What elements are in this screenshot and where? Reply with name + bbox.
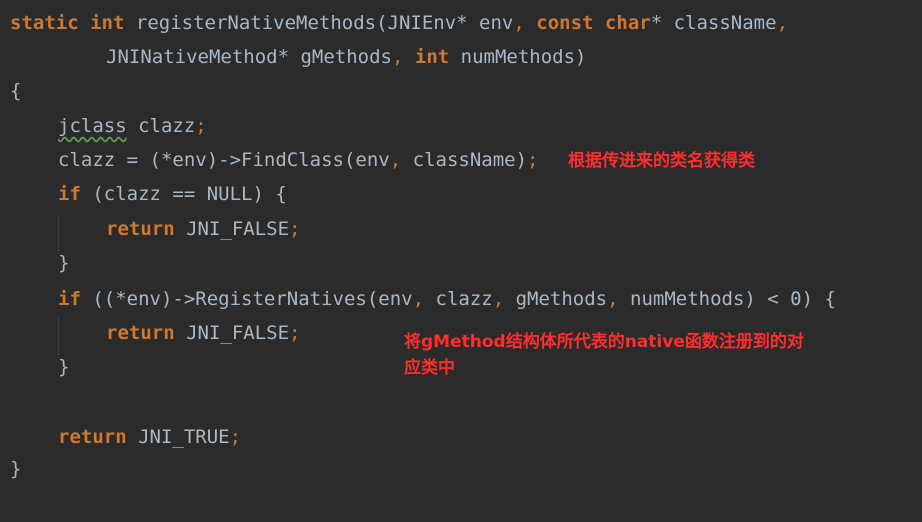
return-value: JNI_TRUE xyxy=(126,426,230,448)
code-line-1[interactable]: static int registerNativeMethods(JNIEnv*… xyxy=(10,6,788,40)
keyword-static: static xyxy=(10,12,79,34)
comma: , xyxy=(389,149,402,171)
param-gmethods: JNINativeMethod* gMethods xyxy=(106,46,392,68)
keyword-return: return xyxy=(58,426,127,448)
paren: ( xyxy=(376,12,388,34)
code-line-6[interactable]: if (clazz == NULL) { xyxy=(58,177,287,211)
keyword-int: int xyxy=(414,46,450,68)
comma: , xyxy=(776,12,789,34)
param-nummethods: numMethods) xyxy=(460,46,587,68)
register-arg-gmethods: gMethods xyxy=(504,288,608,310)
code-line-7[interactable]: return JNI_FALSE; xyxy=(106,212,300,246)
keyword-return: return xyxy=(106,322,175,344)
var-clazz: clazz xyxy=(126,115,196,137)
code-line-10[interactable]: return JNI_FALSE; xyxy=(106,316,300,350)
semicolon: ; xyxy=(289,322,301,344)
keyword-return: return xyxy=(106,218,175,240)
code-line-12[interactable]: return JNI_TRUE; xyxy=(58,420,241,454)
code-line-9[interactable]: if ((*env)->RegisterNatives(env, clazz, … xyxy=(58,282,836,316)
code-editor[interactable]: static int registerNativeMethods(JNIEnv*… xyxy=(0,0,922,522)
annotation-findclass: 根据传进来的类名获得类 xyxy=(568,151,755,171)
return-value: JNI_FALSE xyxy=(174,322,290,344)
code-line-2[interactable]: JNINativeMethod* gMethods, int numMethod… xyxy=(106,40,587,74)
keyword-if: if xyxy=(58,288,81,310)
comma: , xyxy=(391,46,404,68)
annotation-register-line-2: 应类中 xyxy=(404,358,455,378)
comma: , xyxy=(607,288,619,310)
keyword-char: char xyxy=(604,12,651,34)
code-line-8[interactable]: } xyxy=(58,246,69,280)
keyword-const: const xyxy=(536,12,594,34)
comma: , xyxy=(513,12,525,34)
comma: , xyxy=(412,288,425,310)
code-line-4[interactable]: jclass clazz; xyxy=(58,109,207,143)
semicolon: ; xyxy=(229,426,242,448)
keyword-int: int xyxy=(90,12,125,34)
keyword-if: if xyxy=(58,183,81,205)
register-arg-nummethods: numMethods) < 0) { xyxy=(618,288,836,310)
close-brace: } xyxy=(10,458,22,480)
semicolon: ; xyxy=(289,218,301,240)
if-condition: (clazz == NULL) { xyxy=(80,183,287,205)
param-classname: * className xyxy=(650,12,777,34)
type-jclass: jclass xyxy=(58,115,127,137)
register-call: ((*env)->RegisterNatives(env xyxy=(80,288,413,310)
code-line-3[interactable]: { xyxy=(10,74,21,108)
semicolon: ; xyxy=(527,149,539,171)
open-brace: { xyxy=(10,80,22,102)
function-name: registerNativeMethods xyxy=(135,12,377,34)
register-arg-clazz: clazz xyxy=(424,288,493,310)
param-env: JNIEnv* env xyxy=(387,12,514,34)
findclass-arg: className) xyxy=(401,149,528,171)
code-line-13[interactable]: } xyxy=(10,452,21,486)
semicolon: ; xyxy=(195,115,207,137)
findclass-call: clazz = (*env)->FindClass(env xyxy=(58,149,390,171)
close-brace: } xyxy=(58,356,70,378)
annotation-register-line-1: 将gMethod结构体所代表的native函数注册到的对 xyxy=(404,332,804,352)
return-value: JNI_FALSE xyxy=(174,218,290,240)
code-line-5[interactable]: clazz = (*env)->FindClass(env, className… xyxy=(58,143,538,177)
comma: , xyxy=(492,288,505,310)
code-line-11[interactable]: } xyxy=(58,350,69,384)
close-brace: } xyxy=(58,252,70,274)
